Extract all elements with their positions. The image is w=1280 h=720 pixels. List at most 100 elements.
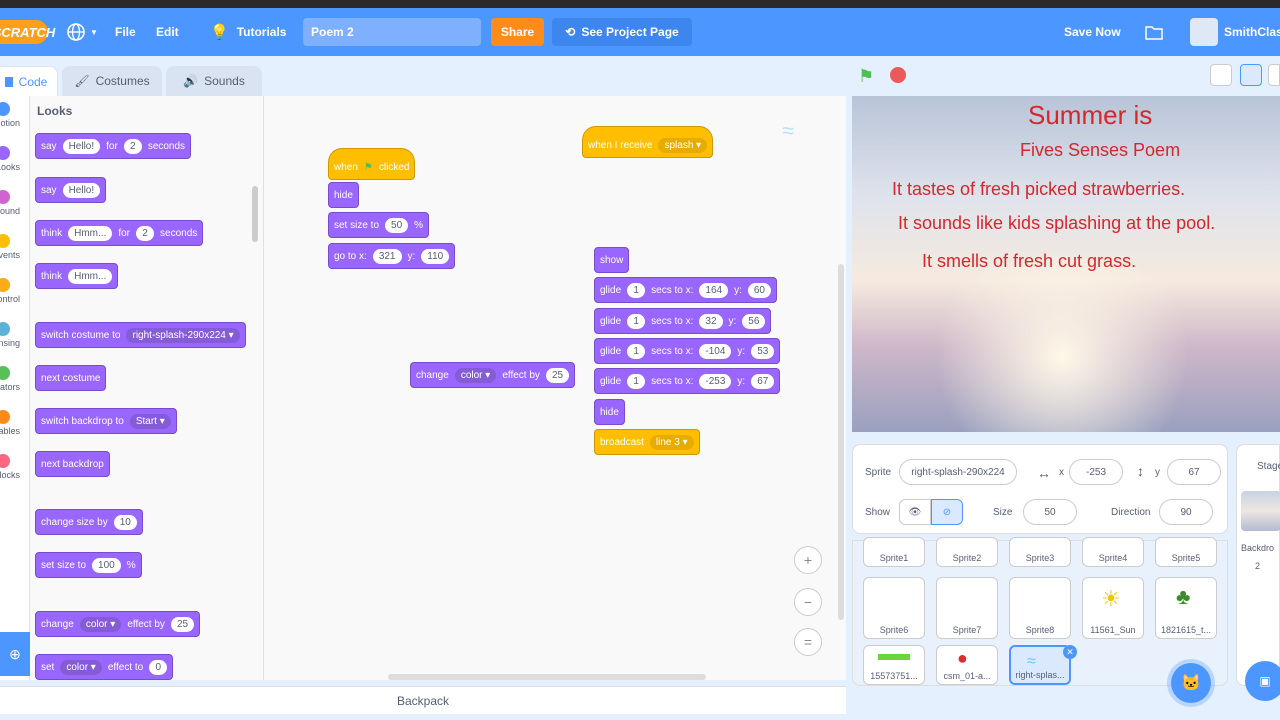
block-set-effect[interactable]: set color ▾ effect to 0 xyxy=(35,654,174,680)
block-set-size[interactable]: set size to 50% xyxy=(328,212,430,238)
show-visible-button[interactable]: 👁 xyxy=(899,499,931,525)
block-input[interactable]: 32 xyxy=(699,313,723,329)
block-set-size[interactable]: set size to 100% xyxy=(35,552,142,578)
block-dropdown[interactable]: color ▾ xyxy=(454,367,497,383)
block-dropdown[interactable]: splash ▾ xyxy=(658,137,708,153)
small-stage-button[interactable] xyxy=(1210,64,1232,86)
zoom-in-button[interactable]: + xyxy=(794,546,822,574)
block-input[interactable]: 56 xyxy=(742,313,766,329)
block-when-flag-clicked[interactable]: when ⚑ clicked xyxy=(328,148,416,180)
fullscreen-button[interactable] xyxy=(1268,64,1280,86)
sprite-tile[interactable]: Sprite6 xyxy=(863,577,925,639)
block-input[interactable]: Hmm... xyxy=(68,225,113,241)
sprite-tile[interactable]: Sprite1 xyxy=(863,537,925,567)
language-menu[interactable]: ▼ xyxy=(66,8,98,56)
block-input[interactable]: Hmm... xyxy=(68,268,113,284)
block-change-effect-loose[interactable]: change color ▾ effect by 25 xyxy=(410,362,576,388)
block-input[interactable]: 50 xyxy=(385,217,409,233)
sprite-name-input[interactable]: right-splash-290x224 xyxy=(899,459,1017,485)
choose-backdrop-button[interactable]: ▣ xyxy=(1245,661,1280,701)
block-input[interactable]: 25 xyxy=(170,616,195,632)
block-switch-costume[interactable]: switch costume to right-splash-290x224 ▾ xyxy=(35,322,246,348)
block-input[interactable]: -253 xyxy=(699,373,732,389)
sprite-tile[interactable]: Sprite4 xyxy=(1082,537,1144,567)
block-dropdown[interactable]: color ▾ xyxy=(60,659,102,675)
sprite-tile[interactable]: Sprite5 xyxy=(1155,537,1217,567)
block-dropdown[interactable]: right-splash-290x224 ▾ xyxy=(126,327,240,343)
choose-sprite-button[interactable]: 🐱 xyxy=(1171,663,1211,703)
sprite-tile[interactable]: ● csm_01-a... xyxy=(936,645,998,685)
block-input[interactable]: 164 xyxy=(699,282,729,298)
block-hide[interactable]: hide xyxy=(594,399,625,425)
block-input[interactable]: 0 xyxy=(149,659,168,675)
normal-stage-button[interactable] xyxy=(1240,64,1262,86)
show-hidden-button[interactable]: ⊘ xyxy=(931,499,963,525)
size-input[interactable]: 50 xyxy=(1023,499,1077,525)
block-input[interactable]: 1 xyxy=(627,282,646,298)
block-glide-4[interactable]: glide 1 secs to x: -253 y: 67 xyxy=(594,368,781,394)
direction-input[interactable]: 90 xyxy=(1159,499,1213,525)
block-next-costume[interactable]: next costume xyxy=(35,365,107,391)
block-input[interactable]: 110 xyxy=(421,248,450,264)
stage-target-pane[interactable]: Stage Backdro 2 ▣ xyxy=(1236,444,1280,701)
sprite-tile[interactable]: Sprite8 xyxy=(1009,577,1071,639)
block-input[interactable]: -104 xyxy=(699,343,732,359)
delete-sprite-button[interactable]: ✕ xyxy=(1063,645,1077,659)
green-flag-button[interactable]: ⚑ xyxy=(858,66,876,86)
block-input[interactable]: 53 xyxy=(751,343,775,359)
my-stuff-icon[interactable] xyxy=(1145,8,1163,56)
sprite-tile[interactable]: ☀ 11561_Sun xyxy=(1082,577,1144,639)
sprite-tile[interactable]: Sprite7 xyxy=(936,577,998,639)
block-input[interactable]: Hello! xyxy=(62,138,101,154)
account-menu[interactable]: SmithClas xyxy=(1190,8,1280,56)
block-input[interactable]: 67 xyxy=(751,373,775,389)
block-next-backdrop[interactable]: next backdrop xyxy=(35,451,110,477)
share-button[interactable]: Share xyxy=(491,18,544,46)
block-go-to-xy[interactable]: go to x: 321 y: 110 xyxy=(328,243,456,269)
block-glide-1[interactable]: glide 1 secs to x: 164 y: 60 xyxy=(594,277,777,303)
tab-code[interactable]: Code xyxy=(0,66,58,96)
project-title-input[interactable]: Poem 2 xyxy=(303,18,481,46)
block-input[interactable]: Hello! xyxy=(62,182,101,198)
add-extension-button[interactable]: ⊕ xyxy=(0,632,30,676)
workspace-horizontal-scrollbar[interactable] xyxy=(388,674,706,680)
block-when-i-receive[interactable]: when I receive splash ▾ xyxy=(582,126,714,158)
save-now-button[interactable]: Save Now xyxy=(1064,8,1121,56)
block-input[interactable]: 60 xyxy=(747,282,771,298)
block-input[interactable]: 2 xyxy=(136,225,155,241)
block-show[interactable]: show xyxy=(594,247,630,273)
block-glide-2[interactable]: glide 1 secs to x: 32 y: 56 xyxy=(594,308,772,334)
block-input[interactable]: 10 xyxy=(113,514,137,530)
file-menu[interactable]: File xyxy=(115,8,136,56)
block-input[interactable]: 321 xyxy=(372,248,402,264)
sprite-tile[interactable]: ♣ 1821615_t... xyxy=(1155,577,1217,639)
block-input[interactable]: 2 xyxy=(123,138,142,154)
block-input[interactable]: 25 xyxy=(545,367,570,383)
block-think-for-secs[interactable]: think Hmm... for 2 seconds xyxy=(35,220,204,246)
block-broadcast[interactable]: broadcast line 3 ▾ xyxy=(594,429,700,455)
block-dropdown[interactable]: line 3 ▾ xyxy=(649,434,694,450)
block-change-size[interactable]: change size by 10 xyxy=(35,509,143,535)
edit-menu[interactable]: Edit xyxy=(156,8,179,56)
y-input[interactable]: 67 xyxy=(1167,459,1221,485)
block-input[interactable]: 1 xyxy=(627,343,646,359)
scratch-logo[interactable]: SCRATCH xyxy=(0,20,55,44)
zoom-reset-button[interactable]: = xyxy=(794,628,822,656)
stage-canvas[interactable]: Summer is Fives Senses Poem It tastes of… xyxy=(852,96,1280,432)
palette-scrollbar[interactable] xyxy=(252,186,258,242)
zoom-out-button[interactable]: − xyxy=(794,588,822,616)
tutorials-button[interactable]: 💡 Tutorials xyxy=(210,8,286,56)
tab-costumes[interactable]: 🖌 Costumes xyxy=(62,66,162,96)
block-say[interactable]: say Hello! xyxy=(35,177,107,203)
sprite-tile[interactable]: 15573751... xyxy=(863,645,925,685)
backpack[interactable]: Backpack xyxy=(0,686,846,714)
workspace-vertical-scrollbar[interactable] xyxy=(838,264,844,620)
sprite-tile-selected[interactable]: ≈ right-splas... xyxy=(1009,645,1071,685)
x-input[interactable]: -253 xyxy=(1069,459,1123,485)
block-glide-3[interactable]: glide 1 secs to x: -104 y: 53 xyxy=(594,338,781,364)
block-input[interactable]: 1 xyxy=(627,313,646,329)
block-change-effect[interactable]: change color ▾ effect by 25 xyxy=(35,611,201,637)
block-dropdown[interactable]: color ▾ xyxy=(79,616,122,632)
block-say-for-secs[interactable]: say Hello! for 2 seconds xyxy=(35,133,192,159)
see-project-page-button[interactable]: ⟲ See Project Page xyxy=(552,18,692,46)
